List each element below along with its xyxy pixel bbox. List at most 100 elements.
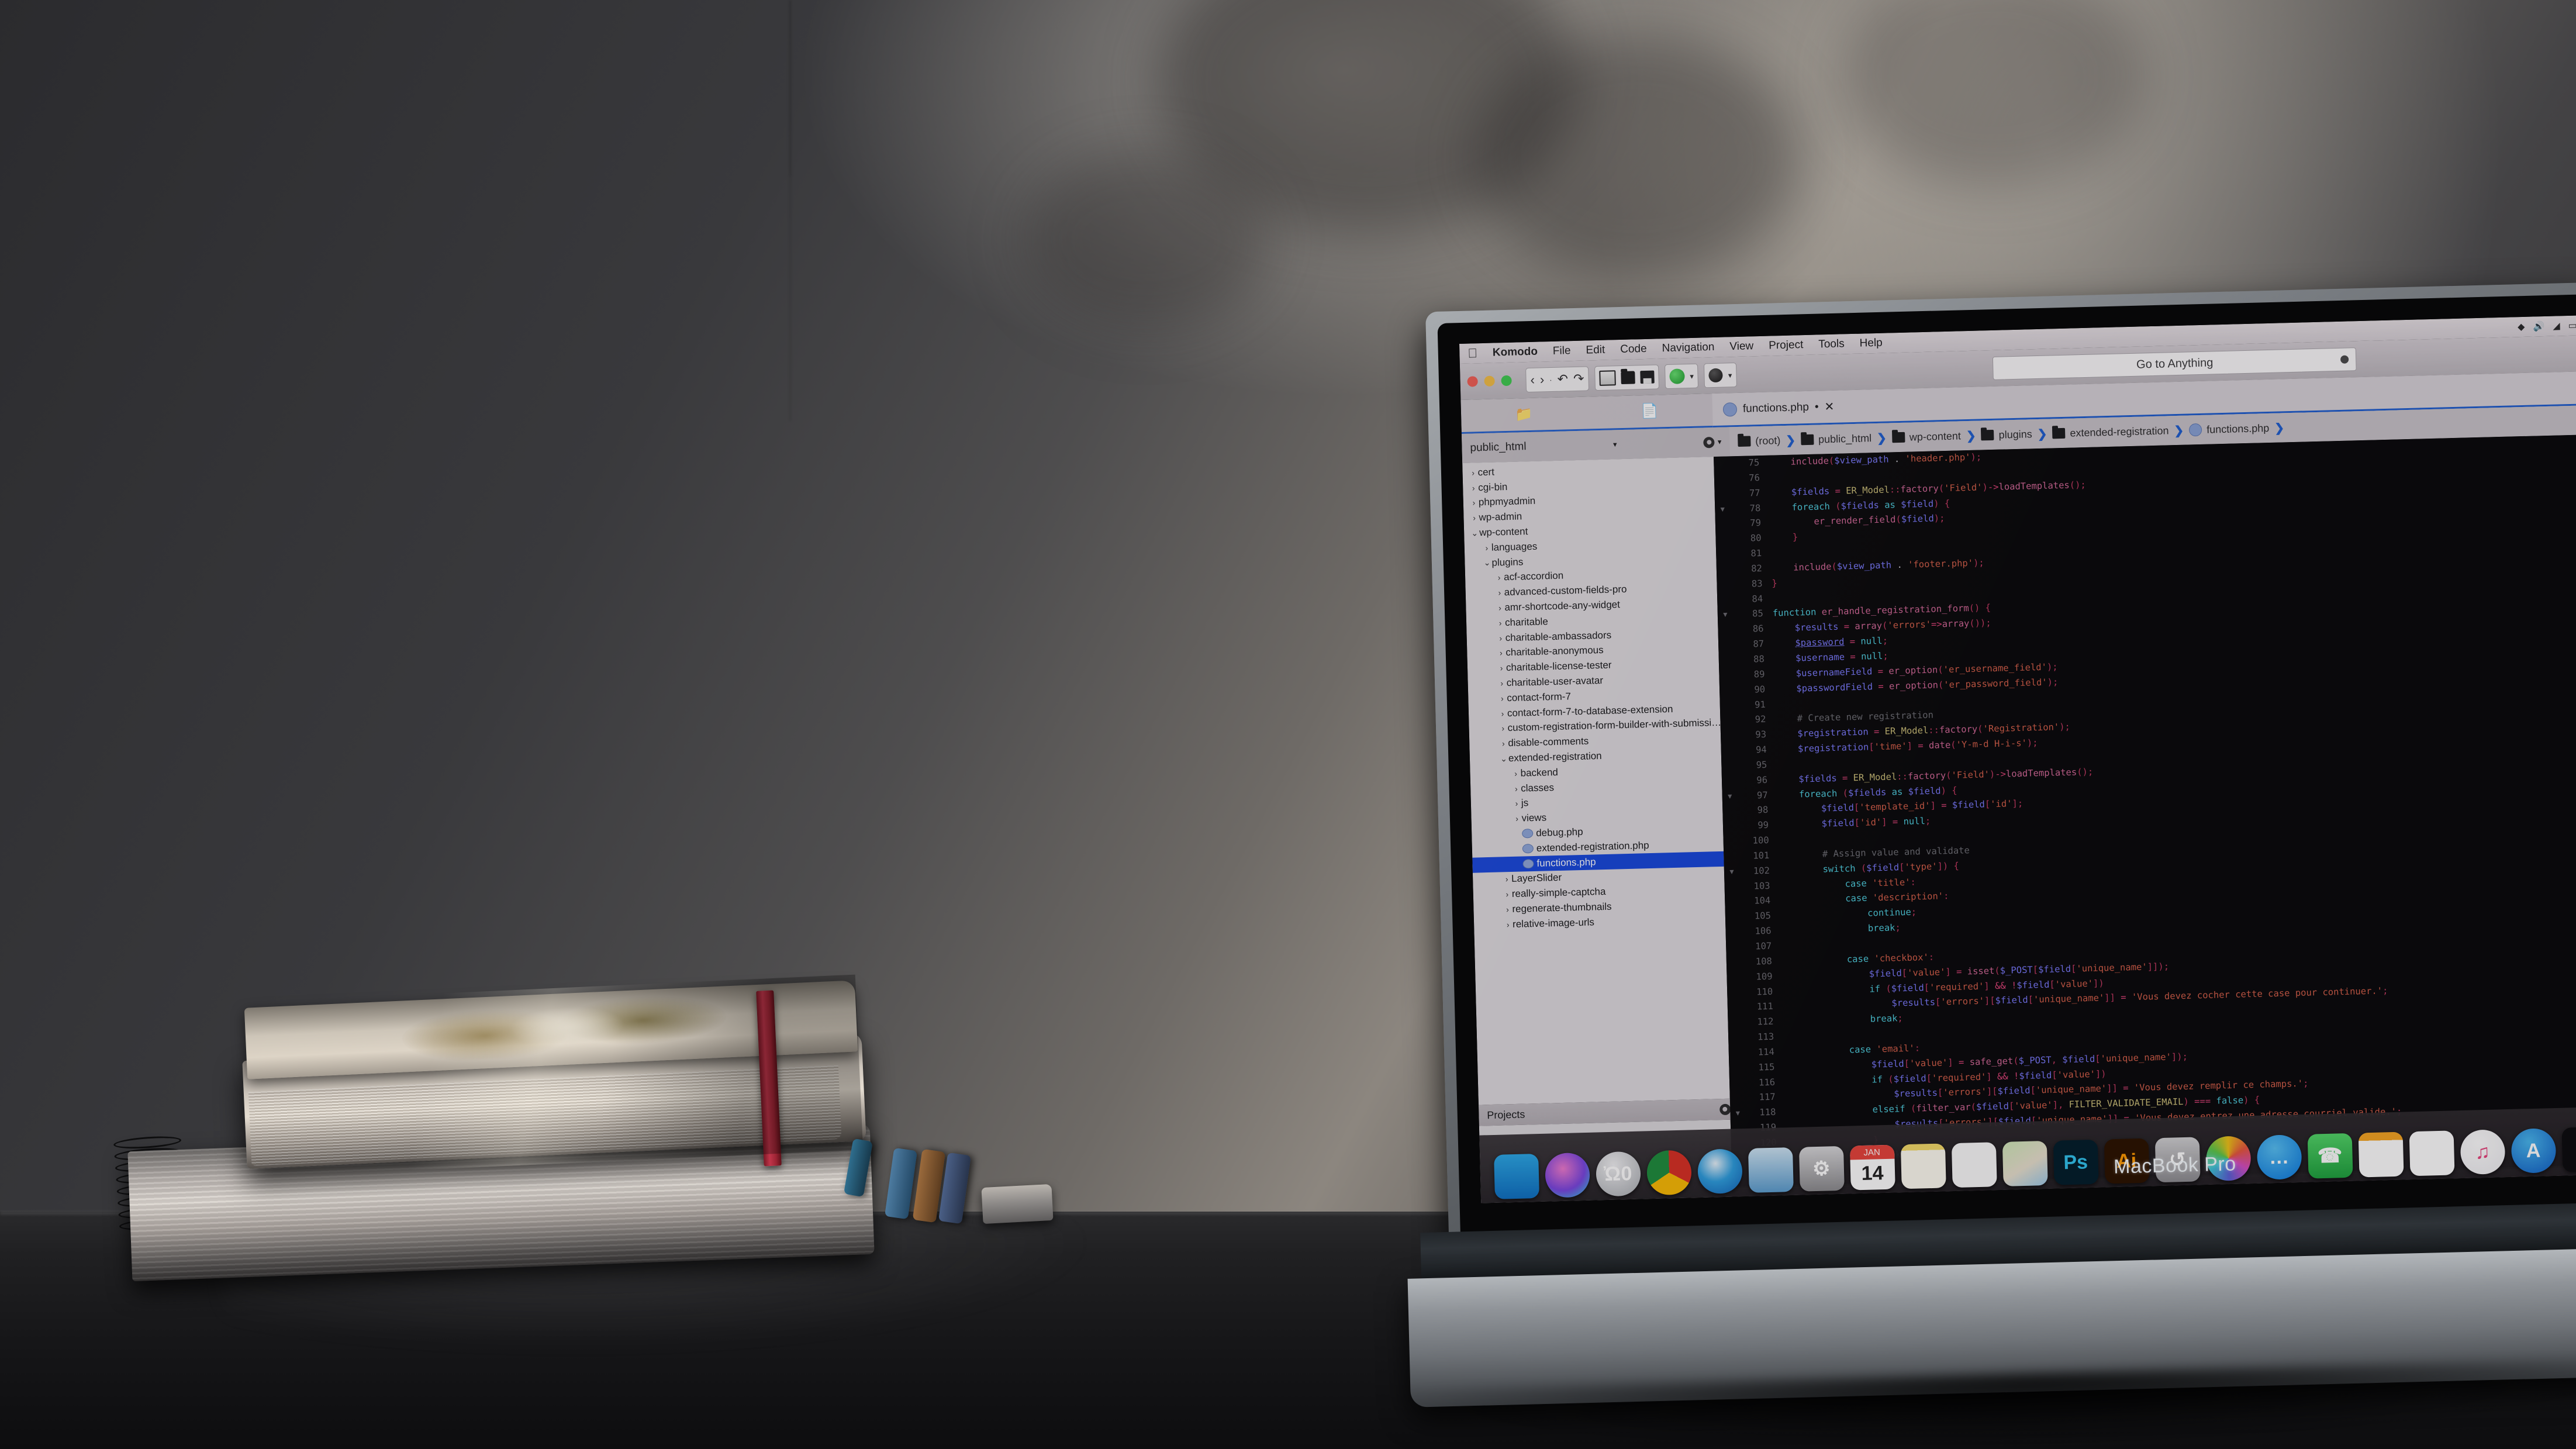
volume-icon[interactable]: 🔊 (2533, 320, 2544, 332)
notes-icon[interactable] (1900, 1143, 1946, 1189)
chevron-right-icon[interactable]: › (1512, 799, 1521, 808)
chevron-down-icon[interactable]: ⌄ (1470, 528, 1479, 538)
menu-tools[interactable]: Tools (1818, 337, 1845, 351)
gear-icon[interactable] (1703, 436, 1715, 448)
menu-file[interactable]: File (1553, 344, 1571, 358)
run-toolbar-group[interactable]: ▾ (1664, 363, 1699, 389)
dropdown-dot-icon[interactable]: · (1549, 375, 1552, 384)
navigation-toolbar-group[interactable]: ‹ › · ↶ ↷ (1525, 366, 1589, 393)
minimize-button[interactable] (1484, 375, 1495, 387)
tab-places[interactable]: 📁 (1460, 397, 1587, 432)
undo-icon[interactable]: ↶ (1557, 371, 1568, 386)
forward-icon[interactable]: › (1540, 372, 1545, 387)
redo-icon[interactable]: ↷ (1573, 371, 1584, 386)
chevron-right-icon[interactable]: › (1469, 513, 1479, 523)
sidebar-root-label[interactable]: public_html (1470, 440, 1527, 454)
maximize-button[interactable] (1501, 375, 1512, 387)
chevron-right-icon[interactable]: › (1469, 498, 1479, 508)
launchpad-icon[interactable]: Ὠ0 (1595, 1151, 1641, 1197)
debug-dropdown-icon[interactable]: ▾ (1728, 371, 1732, 380)
numbers-icon[interactable] (2409, 1130, 2455, 1177)
run-dropdown-icon[interactable]: ▾ (1690, 371, 1694, 380)
window-controls[interactable] (1467, 375, 1512, 387)
menu-komodo[interactable]: Komodo (1493, 346, 1538, 360)
chevron-right-icon[interactable]: › (1495, 603, 1504, 612)
chrome-icon[interactable] (1646, 1150, 1692, 1196)
mail-icon[interactable] (1748, 1147, 1794, 1193)
chevron-right-icon[interactable]: › (1498, 739, 1508, 748)
chevron-right-icon[interactable]: › (1511, 784, 1521, 793)
sidebar-root-caret-icon[interactable]: ▾ (1613, 440, 1617, 449)
fold-toggle-icon[interactable]: ▼ (1715, 502, 1731, 517)
breadcrumb-plugins[interactable]: plugins (1981, 428, 2032, 441)
chevron-right-icon[interactable]: › (1497, 678, 1507, 688)
save-icon[interactable] (1640, 370, 1655, 384)
chevron-right-icon[interactable]: › (1497, 694, 1507, 703)
chevron-right-icon[interactable]: › (1494, 573, 1504, 582)
tab-close-icon[interactable]: ✕ (1824, 399, 1834, 414)
reminders-icon[interactable] (1951, 1142, 1997, 1188)
tab-functions-php[interactable]: functions.php • ✕ (1712, 390, 1845, 426)
close-button[interactable] (1467, 376, 1478, 387)
fold-toggle-icon[interactable]: ▼ (1724, 864, 1740, 879)
menu-view[interactable]: View (1729, 340, 1753, 353)
chevron-right-icon[interactable]: › (1482, 543, 1491, 553)
menu-navigation[interactable]: Navigation (1662, 341, 1714, 355)
tab-open-files[interactable]: 📄 (1586, 394, 1712, 429)
debug-icon[interactable] (1708, 368, 1724, 383)
maps-icon[interactable] (2002, 1141, 2048, 1186)
menu-edit[interactable]: Edit (1586, 344, 1605, 357)
app-store-icon[interactable]: A (2511, 1128, 2556, 1174)
facetime-icon[interactable]: ☎ (2307, 1133, 2353, 1179)
chevron-right-icon[interactable]: › (1468, 468, 1477, 477)
chevron-right-icon[interactable]: › (1498, 724, 1507, 733)
pages-icon[interactable] (2358, 1131, 2404, 1178)
chevron-right-icon[interactable]: › (1503, 905, 1512, 914)
gear-dropdown-icon[interactable]: ▾ (1718, 437, 1722, 447)
go-to-anything-options-icon[interactable] (2340, 355, 2349, 364)
chevron-right-icon[interactable]: › (1469, 483, 1478, 492)
debug-toolbar-group[interactable]: ▾ (1704, 363, 1737, 388)
file-tree[interactable]: › cert › cgi-bin › phpmyadmin › wp-admin ⌄ wp-con… (1462, 457, 1730, 1105)
code-editor[interactable]: 75 include($view_path . 'header.php'); 76… (1714, 434, 2576, 1197)
chevron-right-icon[interactable]: › (1496, 633, 1505, 643)
battery-icon[interactable]: ▭ (2568, 320, 2576, 332)
fold-toggle-icon[interactable]: ▼ (1718, 608, 1734, 623)
breadcrumb-wp-content[interactable]: wp-content (1891, 430, 1962, 444)
terminal-icon[interactable]: >_ (2561, 1126, 2576, 1172)
open-folder-icon[interactable] (1621, 371, 1635, 385)
apple-logo-icon[interactable]:  (1467, 346, 1477, 360)
breadcrumb-functions-php[interactable]: functions.php (2188, 422, 2270, 437)
run-icon[interactable] (1669, 368, 1685, 384)
itunes-icon[interactable]: ♫ (2460, 1129, 2505, 1175)
chevron-right-icon[interactable]: › (1496, 618, 1505, 627)
chevron-right-icon[interactable]: › (1503, 889, 1512, 899)
finder-icon[interactable] (1493, 1154, 1539, 1199)
menubar-status-area[interactable]: ◆ 🔊 ◢ ▭ 74% (2518, 319, 2576, 333)
chevron-right-icon[interactable]: › (1503, 920, 1513, 929)
chevron-down-icon[interactable]: ⌄ (1482, 558, 1491, 568)
menu-code[interactable]: Code (1620, 343, 1647, 356)
chevron-right-icon[interactable]: › (1511, 768, 1520, 778)
fold-toggle-icon[interactable]: ▼ (1722, 789, 1738, 804)
siri-icon[interactable] (1544, 1152, 1590, 1198)
dropbox-icon[interactable]: ◆ (2518, 321, 2525, 333)
breadcrumb-root[interactable]: (root) (1738, 434, 1781, 448)
projects-gear-icon[interactable] (1719, 1103, 1731, 1115)
menu-help[interactable]: Help (1859, 337, 1883, 350)
chevron-right-icon[interactable]: › (1496, 648, 1505, 658)
chevron-right-icon[interactable]: › (1512, 814, 1521, 823)
back-icon[interactable]: ‹ (1530, 372, 1535, 387)
menu-project[interactable]: Project (1769, 339, 1804, 352)
go-to-anything-box[interactable]: Go to Anything (1993, 347, 2357, 380)
chevron-right-icon[interactable]: › (1495, 588, 1504, 598)
wifi-icon[interactable]: ◢ (2553, 320, 2560, 332)
calendar-icon[interactable]: JAN 14 (1849, 1144, 1895, 1191)
chevron-down-icon[interactable]: ⌄ (1499, 754, 1508, 764)
safari-icon[interactable] (1697, 1148, 1743, 1195)
system-preferences-icon[interactable]: ⚙ (1798, 1146, 1845, 1192)
new-file-icon[interactable] (1599, 370, 1616, 386)
chevron-right-icon[interactable]: › (1502, 874, 1511, 884)
file-toolbar-group[interactable] (1594, 364, 1659, 391)
code-lines[interactable]: 75 include($view_path . 'header.php'); 76… (1714, 434, 2576, 1197)
